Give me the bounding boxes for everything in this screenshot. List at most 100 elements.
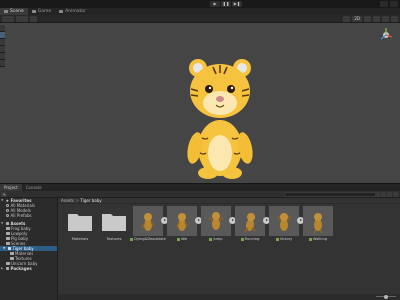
tiger-pose-thumbnail-icon xyxy=(133,206,163,236)
scene-toolbar-right: 2D xyxy=(343,16,398,22)
asset-anim-walking[interactable]: Walking xyxy=(303,206,333,250)
asset-label: Materials xyxy=(71,237,89,241)
project-toolbar-icons xyxy=(375,192,398,197)
tab-game-label: Game xyxy=(37,9,52,14)
tab-console[interactable]: Console xyxy=(22,184,46,191)
tab-scene[interactable]: Scene xyxy=(0,8,28,15)
tree-item-label: All Prefabs xyxy=(10,213,32,218)
folder-icon xyxy=(6,262,10,265)
grid-snap-button[interactable] xyxy=(30,16,37,22)
breadcrumb-item[interactable]: Assets xyxy=(61,198,74,203)
2d-toggle[interactable]: 2D xyxy=(352,16,362,22)
animation-clip-icon xyxy=(176,237,180,241)
move-tool-icon[interactable] xyxy=(0,32,5,39)
project-search-input[interactable] xyxy=(284,192,380,197)
asset-anim-jump[interactable]: Jump xyxy=(201,206,236,250)
breadcrumb: Assets > Tiger baby xyxy=(58,198,400,204)
game-icon xyxy=(31,10,36,13)
tree-item-label: Packages xyxy=(10,266,32,271)
folder-icon xyxy=(6,237,10,240)
asset-anim-running[interactable]: Running xyxy=(235,206,270,250)
animation-clip-icon xyxy=(275,237,279,241)
play-button[interactable]: ▶ xyxy=(210,1,220,7)
asset-anim-victory[interactable]: Victory xyxy=(269,206,304,250)
asset-label: Dying&Deadstate xyxy=(129,237,167,241)
breadcrumb-item[interactable]: Tiger baby xyxy=(80,198,101,203)
expand-arrow-icon[interactable]: ▼ xyxy=(1,221,4,226)
scale-tool-icon[interactable] xyxy=(0,46,5,53)
favorite-icon[interactable] xyxy=(387,192,392,197)
main-toolbar: ▶ ❚❚ ▶❚ xyxy=(0,0,400,8)
lighting-icon[interactable] xyxy=(364,16,371,22)
tab-animator-label: Animator xyxy=(65,9,86,14)
layers-icon[interactable] xyxy=(380,1,388,7)
local-toggle[interactable] xyxy=(16,16,28,22)
filter-type-icon[interactable] xyxy=(375,192,380,197)
animation-clip-icon xyxy=(240,237,244,241)
pause-button[interactable]: ❚❚ xyxy=(221,1,231,7)
collapse-arrow-icon[interactable]: ▶ xyxy=(1,266,4,271)
asset-anim-idle[interactable]: Idle xyxy=(167,206,202,250)
expand-arrow-icon[interactable]: ▼ xyxy=(1,198,4,203)
create-asset-button[interactable]: + xyxy=(1,192,7,197)
asset-label: Running xyxy=(231,237,269,241)
folder-icon xyxy=(5,222,9,225)
tab-animator[interactable]: Animator xyxy=(55,8,90,15)
project-toolbar: + xyxy=(0,191,400,198)
expand-arrow-icon[interactable]: ▼ xyxy=(3,246,6,251)
tab-project[interactable]: Project xyxy=(0,184,22,191)
audio-icon[interactable] xyxy=(373,16,380,22)
asset-label: Idle xyxy=(163,237,201,241)
scene-viewport[interactable] xyxy=(0,23,400,183)
bottom-tab-bar: Project Console xyxy=(0,184,400,191)
tab-game[interactable]: Game xyxy=(28,8,55,15)
rotate-tool-icon[interactable] xyxy=(0,39,5,46)
toolbar-right xyxy=(380,1,398,7)
filter-label-icon[interactable] xyxy=(381,192,386,197)
search-icon xyxy=(6,204,9,207)
orientation-gizmo-icon[interactable] xyxy=(378,27,394,43)
folder-icon xyxy=(6,242,10,245)
tiger-pose-thumbnail-icon xyxy=(269,206,299,236)
tree-item-packages[interactable]: ▶ Packages xyxy=(0,266,57,271)
asset-label-text: Dying&Deadstate xyxy=(134,237,166,241)
hand-tool-icon[interactable] xyxy=(0,25,5,32)
asset-label: Textures xyxy=(106,237,122,241)
folder-icon xyxy=(68,214,92,231)
play-controls: ▶ ❚❚ ▶❚ xyxy=(210,1,242,7)
folder-icon xyxy=(102,214,126,231)
thumbnail-size-slider-knob[interactable] xyxy=(384,294,388,299)
step-button[interactable]: ▶❚ xyxy=(232,1,242,7)
asset-label: Jump xyxy=(197,237,235,241)
animation-clip-icon xyxy=(130,237,134,241)
star-icon: ★ xyxy=(5,198,10,203)
rect-tool-icon[interactable] xyxy=(0,53,5,60)
folder-icon xyxy=(6,232,10,235)
tiger-pose-thumbnail-icon xyxy=(167,206,197,236)
effects-icon[interactable] xyxy=(382,16,389,22)
hidden-packages-icon[interactable] xyxy=(393,192,398,197)
animation-clip-icon xyxy=(209,237,213,241)
folder-icon xyxy=(10,257,14,260)
animator-icon xyxy=(59,10,64,13)
asset-anim-dying[interactable]: Dying&Deadstate xyxy=(130,206,168,250)
tab-scene-label: Scene xyxy=(10,9,24,14)
tiger-pose-thumbnail-icon xyxy=(201,206,231,236)
tiger-pose-thumbnail-icon xyxy=(303,206,333,236)
scene-icon xyxy=(4,10,8,13)
shading-mode-icon[interactable] xyxy=(343,16,351,22)
asset-folder-materials[interactable]: Materials xyxy=(65,206,95,250)
folder-icon xyxy=(7,247,11,250)
folder-icon xyxy=(5,267,9,270)
tiger-model[interactable] xyxy=(180,53,260,183)
gizmos-icon[interactable] xyxy=(391,16,398,22)
scene-tab-bar: Scene Game Animator xyxy=(0,8,400,15)
layout-icon[interactable] xyxy=(390,1,398,7)
transform-tool-icon[interactable] xyxy=(0,60,5,67)
pivot-toggle[interactable] xyxy=(2,16,14,22)
tiger-pose-thumbnail-icon xyxy=(235,206,265,236)
search-icon xyxy=(6,214,9,217)
asset-folder-textures[interactable]: Textures xyxy=(99,206,129,250)
asset-label-text: Walking xyxy=(312,237,328,241)
asset-browser: Assets > Tiger baby Materials Textures D… xyxy=(58,198,400,300)
